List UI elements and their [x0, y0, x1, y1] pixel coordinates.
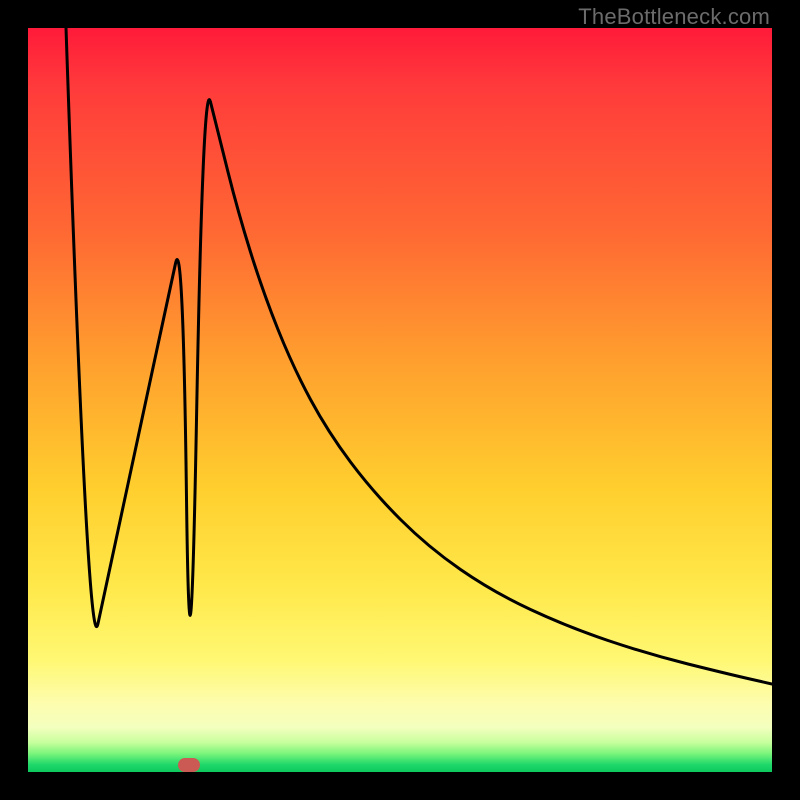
- chart-frame: TheBottleneck.com: [0, 0, 800, 800]
- optimal-point-marker: [178, 758, 200, 772]
- watermark-text: TheBottleneck.com: [578, 4, 770, 30]
- bottleneck-curve: [28, 28, 772, 772]
- curve-path: [66, 28, 772, 684]
- plot-area: [28, 28, 772, 772]
